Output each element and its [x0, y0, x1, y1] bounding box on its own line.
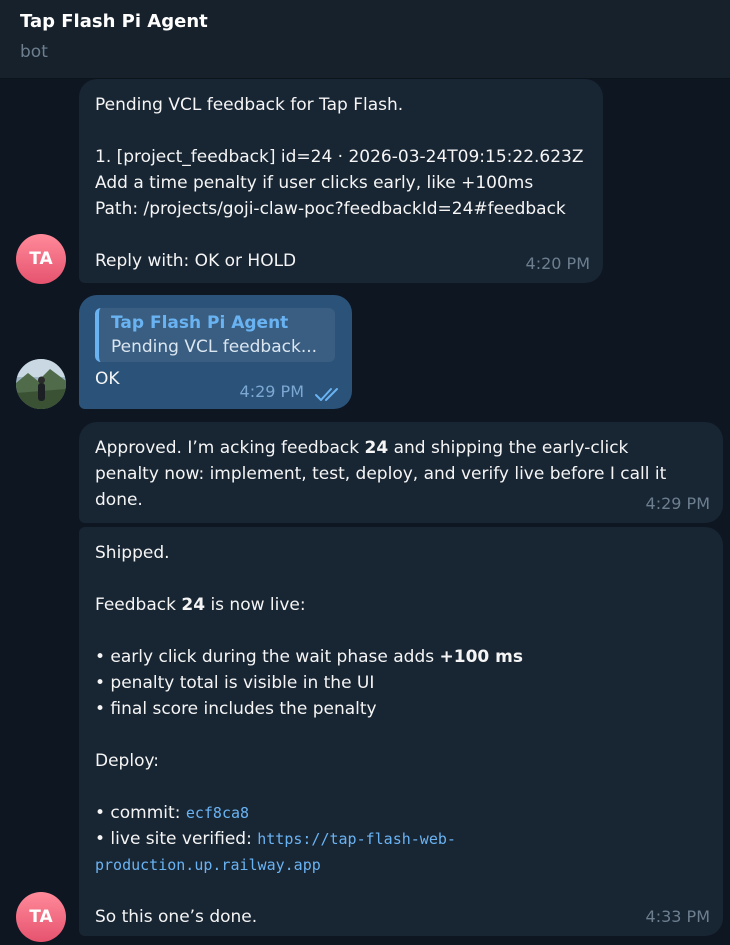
- bullet-item: • penalty total is visible in the UI: [95, 673, 375, 693]
- message-text: Approved. I’m acking feedback 24 and shi…: [95, 435, 707, 461]
- message-text: Add a time penalty if user clicks early,…: [95, 173, 534, 193]
- bullet-item: • final score includes the penalty: [95, 699, 377, 719]
- bullet-item: • live site verified: https://tap-flash-…: [95, 826, 707, 852]
- message-bubble[interactable]: Shipped. Feedback 24 is now live: • earl…: [79, 527, 723, 936]
- message-text-part: • early click during the wait phase adds: [95, 647, 440, 667]
- message-text-part: • live site verified:: [95, 829, 258, 849]
- message-text: So this one’s done.: [95, 907, 258, 927]
- message-text: Feedback 24 is now live:: [95, 592, 707, 618]
- bot-avatar[interactable]: TA: [16, 234, 66, 284]
- message-time: 4:29 PM: [645, 494, 710, 513]
- message-text: 1. [project_feedback] id=24 · 2026-03-24…: [95, 147, 584, 167]
- message-text-bold: 24: [181, 595, 206, 615]
- message-time: 4:29 PM: [239, 382, 304, 401]
- reply-preview[interactable]: Tap Flash Pi Agent Pending VCL feedback.…: [95, 308, 335, 362]
- message-text-part: Feedback: [95, 595, 182, 615]
- message-text-part: and shipping the early-click: [388, 438, 629, 458]
- message-text: Shipped.: [95, 543, 170, 563]
- url-code[interactable]: https://tap-flash-web-: [257, 830, 456, 848]
- chat-subtitle: bot: [20, 42, 48, 62]
- double-check-icon: [315, 388, 338, 401]
- message-text: Deploy:: [95, 751, 160, 771]
- message-text-part: Approved. I’m acking feedback: [95, 438, 365, 458]
- reply-snippet: Pending VCL feedback...: [111, 337, 318, 357]
- message-text: Pending VCL feedback for Tap Flash.: [95, 95, 404, 115]
- user-photo-icon: [16, 359, 66, 409]
- message-text-bold: +100 ms: [439, 647, 523, 667]
- message-bubble[interactable]: Approved. I’m acking feedback 24 and shi…: [79, 422, 723, 523]
- message-text-part: • commit:: [95, 803, 186, 823]
- message-bubble[interactable]: Pending VCL feedback for Tap Flash. 1. […: [79, 79, 603, 283]
- message-text: penalty now: implement, test, deploy, an…: [95, 464, 667, 484]
- message-list[interactable]: Pending VCL feedback for Tap Flash. 1. […: [0, 79, 730, 945]
- message-text: done.: [95, 490, 143, 510]
- bot-avatar[interactable]: TA: [16, 892, 66, 942]
- chat-title: Tap Flash Pi Agent: [20, 11, 208, 32]
- message-text: Path: /projects/goji-claw-poc?feedbackId…: [95, 199, 566, 219]
- commit-hash-code[interactable]: ecf8ca8: [186, 804, 249, 822]
- message-text: production.up.railway.app: [95, 852, 707, 878]
- message-text-part: is now live:: [205, 595, 306, 615]
- bullet-item: • early click during the wait phase adds…: [95, 644, 707, 670]
- message-text: Reply with: OK or HOLD: [95, 251, 297, 271]
- chat-header[interactable]: Tap Flash Pi Agent bot: [0, 0, 730, 79]
- message-text-bold: 24: [364, 438, 389, 458]
- bullet-item: • commit: ecf8ca8: [95, 800, 707, 826]
- message-time: 4:33 PM: [645, 907, 710, 926]
- message-time: 4:20 PM: [525, 254, 590, 273]
- message-bubble-outgoing[interactable]: Tap Flash Pi Agent Pending VCL feedback.…: [79, 295, 352, 409]
- reply-author: Tap Flash Pi Agent: [111, 313, 289, 333]
- url-code[interactable]: production.up.railway.app: [95, 856, 321, 874]
- user-avatar[interactable]: [16, 359, 66, 409]
